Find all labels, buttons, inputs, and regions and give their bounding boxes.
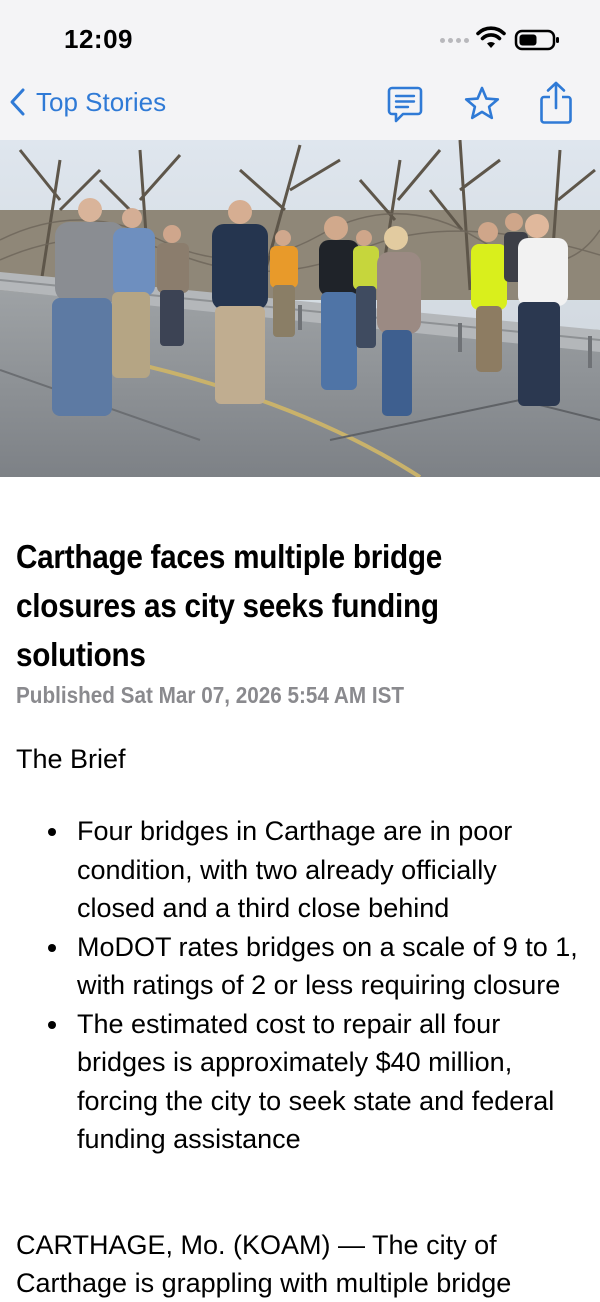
article-body: CARTHAGE, Mo. (KOAM) — The city of Carth… — [16, 1230, 512, 1298]
publish-date: Published Sat Mar 07, 2026 5:54 AM IST — [16, 682, 405, 708]
brief-item: MoDOT rates bridges on a scale of 9 to 1… — [0, 928, 600, 1005]
brief-item: Four bridges in Carthage are in poor con… — [0, 812, 600, 928]
star-icon[interactable] — [463, 84, 501, 126]
comments-icon[interactable] — [386, 84, 424, 126]
chevron-left-icon — [10, 88, 25, 116]
brief-item: The estimated cost to repair all four br… — [0, 1005, 600, 1159]
back-button-label: Top Stories — [36, 86, 167, 117]
article-headline: Carthage faces multiple bridge closures … — [16, 538, 442, 673]
brief-heading: The Brief — [16, 744, 126, 774]
wifi-icon — [476, 26, 506, 48]
brief-list: Four bridges in Carthage are in poor con… — [0, 812, 600, 1159]
cellular-signal-icon — [440, 38, 469, 43]
article-hero-image — [0, 140, 600, 477]
navigation-bar: Top Stories — [0, 76, 600, 140]
bridge-photo-illustration — [0, 140, 600, 477]
battery-icon — [514, 29, 559, 51]
back-button[interactable]: Top Stories — [8, 86, 166, 118]
share-icon[interactable] — [538, 80, 574, 126]
status-time: 12:09 — [64, 24, 133, 54]
status-bar: 12:09 — [0, 0, 600, 76]
